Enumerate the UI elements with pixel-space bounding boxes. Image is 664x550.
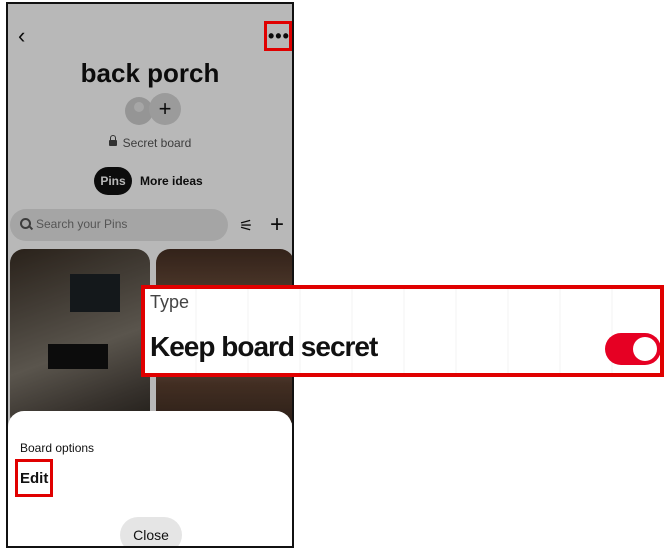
board-page: ‹ ••• back porch + Secret board Pins Mor… [8, 4, 292, 546]
sheet-heading: Board options [20, 441, 95, 455]
more-highlight [264, 21, 292, 51]
keep-secret-callout: Type Keep board secret [141, 285, 664, 377]
toggle-knob [633, 337, 657, 361]
phone-screen: ‹ ••• back porch + Secret board Pins Mor… [6, 2, 294, 548]
close-button[interactable]: Close [120, 517, 182, 546]
type-label: Type [150, 292, 190, 312]
keep-secret-label: Keep board secret [150, 331, 378, 362]
keep-secret-toggle[interactable] [605, 333, 660, 365]
board-options-sheet: Board options Edit Close [8, 411, 292, 546]
edit-button[interactable]: Edit [20, 470, 48, 487]
